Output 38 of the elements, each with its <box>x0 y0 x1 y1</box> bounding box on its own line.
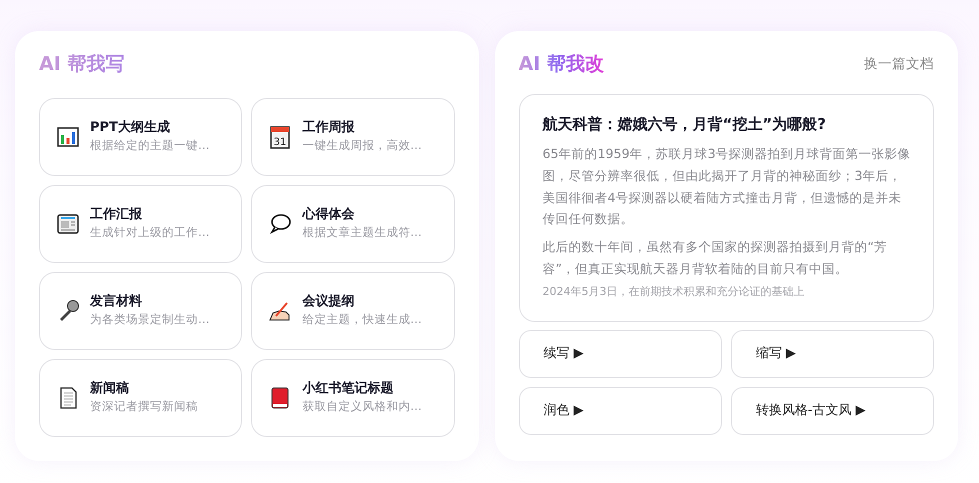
tool-title: 工作周报 <box>302 119 356 138</box>
calendar-icon: 31 <box>268 124 292 149</box>
action-button[interactable]: 续写 ▶ <box>518 330 722 378</box>
panel-title: AI 帮我改 <box>518 53 604 76</box>
tool-description: 一键生成周报，高效… <box>302 137 422 154</box>
tool-title: 会议提纲 <box>302 293 356 312</box>
tool-card[interactable]: 新闻稿 资深记者撰写新闻稿 <box>39 358 242 437</box>
tool-card[interactable]: PPT大纲生成 根据给定的主题一键… <box>39 98 242 176</box>
tool-card[interactable]: 小红书笔记标题 获取自定义风格和内… <box>251 358 454 437</box>
tool-card[interactable]: 发言材料 为各类场景定制生动… <box>39 272 242 350</box>
chart-icon <box>56 124 80 149</box>
tool-description: 给定主题，快速生成… <box>302 311 422 328</box>
action-button[interactable]: 润色 ▶ <box>518 386 722 435</box>
tool-description: 获取自定义风格和内… <box>302 398 422 416</box>
tool-card[interactable]: 工作汇报 生成针对上级的工作… <box>39 184 242 263</box>
tool-title: 新闻稿 <box>90 380 130 398</box>
speech-bubble-icon <box>268 212 292 236</box>
tool-title: 发言材料 <box>90 293 143 312</box>
tool-description: 生成针对上级的工作… <box>90 224 210 242</box>
tool-title: 心得体会 <box>302 206 356 224</box>
newspaper-icon <box>56 212 80 236</box>
document-paragraph: 65年前的1959年，苏联月球3号探测器拍到月球背面第一张影像图，尽管分辨率很低，但由此揭开了月背的神秘面纱；3年后，美国徘徊者4号探测器以硬着陆方式撞击月背，但遗憾的是并未传回任何数据。 <box>542 145 911 228</box>
tool-card[interactable]: 会议提纲 给定主题，快速生成… <box>251 272 454 350</box>
document-title: 航天科普：嫦娥六号，月背“挖土”为哪般? <box>542 114 827 135</box>
document-paragraph: 2024年5月3日，在前期技术积累和充分论证的基础上 <box>542 285 806 300</box>
tool-title: 工作汇报 <box>90 206 143 224</box>
tool-description: 为各类场景定制生动… <box>90 311 210 328</box>
tool-card[interactable]: 心得体会 根据文章主题生成符… <box>251 184 454 263</box>
tool-description: 资深记者撰写新闻稿 <box>90 398 198 416</box>
tool-description: 根据给定的主题一键… <box>90 137 210 154</box>
action-button[interactable]: 缩写 ▶ <box>730 330 934 378</box>
tool-card[interactable]: 31 工作周报 一键生成周报，高效… <box>251 98 454 176</box>
action-button[interactable]: 转换风格-古文风 ▶ <box>730 386 934 435</box>
tool-title: PPT大纲生成 <box>90 119 171 138</box>
tool-title: 小红书笔记标题 <box>302 380 394 398</box>
tool-description: 根据文章主题生成符… <box>302 224 422 242</box>
document-paragraph: 此后的数十年间，虽然有多个国家的探测器拍摄到月背的“芳容”，但真正实现航天器月背软着陆的目前只有中国。 <box>542 238 888 278</box>
switch-document-link[interactable]: 换一篇文档 <box>864 54 934 75</box>
